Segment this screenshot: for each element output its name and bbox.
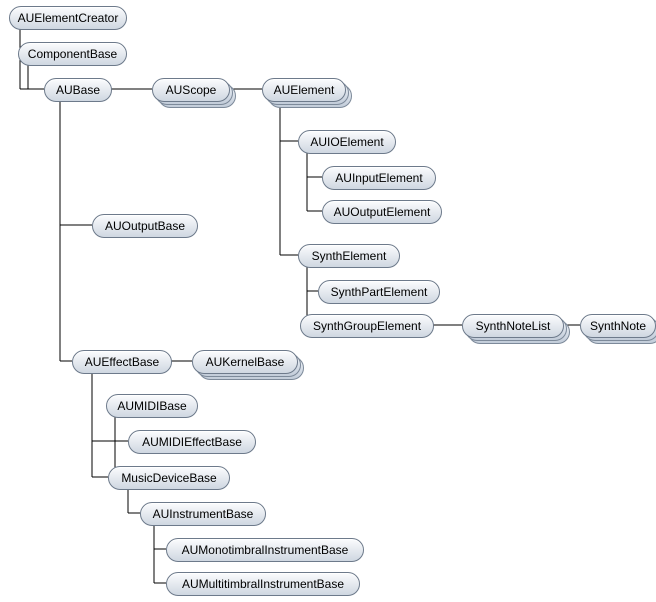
class-node-auioElement: AUIOElement [298, 130, 394, 152]
class-label: AUInstrumentBase [151, 507, 256, 521]
class-node-musicDeviceBase: MusicDeviceBase [108, 466, 228, 488]
class-label: AUOutputElement [332, 205, 433, 219]
class-node-synthNoteList: SynthNoteList [462, 314, 562, 336]
hierarchy-diagram: AUElementCreator ComponentBase AUBase AUSco… [0, 0, 656, 602]
class-label: AUMIDIBase [115, 399, 188, 413]
class-node-auBase: AUBase [44, 78, 110, 100]
class-label: ComponentBase [26, 47, 119, 61]
class-node-auKernelBase: AUKernelBase [192, 350, 296, 372]
class-node-auMidiEffectBase: AUMIDIEffectBase [128, 430, 254, 452]
class-label: SynthNoteList [474, 319, 553, 333]
class-label: AUElement [272, 83, 337, 97]
class-label: SynthElement [310, 249, 389, 263]
class-label: AUMonotimbralInstrumentBase [180, 543, 351, 557]
class-node-auScope: AUScope [152, 78, 228, 100]
class-node-synthPartElement: SynthPartElement [318, 280, 438, 302]
class-node-auEffectBase: AUEffectBase [72, 350, 170, 372]
class-label: AUBase [54, 83, 102, 97]
class-label: SynthGroupElement [311, 319, 423, 333]
class-label: AUKernelBase [204, 355, 287, 369]
class-label: AUOutputBase [103, 219, 187, 233]
class-node-auOutputBase: AUOutputBase [92, 214, 196, 236]
class-node-auElement: AUElement [262, 78, 344, 100]
class-label: AUMultitimbralInstrumentBase [180, 577, 346, 591]
class-label: AUIOElement [308, 135, 385, 149]
class-label: AUScope [164, 83, 219, 97]
class-node-auMidiBase: AUMIDIBase [106, 394, 196, 416]
class-node-synthNote: SynthNote [580, 314, 654, 336]
class-label: AUEffectBase [83, 355, 161, 369]
class-node-auInputElement: AUInputElement [322, 166, 434, 188]
class-node-componentBase: ComponentBase [18, 42, 125, 64]
class-node-auElementCreator: AUElementCreator [9, 6, 125, 28]
class-label: AUMIDIEffectBase [140, 435, 244, 449]
class-node-auMultitimbral: AUMultitimbralInstrumentBase [166, 572, 358, 594]
class-label: AUInputElement [333, 171, 424, 185]
class-node-auOutputElement: AUOutputElement [322, 200, 440, 222]
class-node-auMonotimbral: AUMonotimbralInstrumentBase [166, 538, 362, 560]
class-label: MusicDeviceBase [119, 471, 218, 485]
class-node-synthGroupElement: SynthGroupElement [300, 314, 432, 336]
class-label: AUElementCreator [16, 11, 121, 25]
class-label: SynthNote [588, 319, 648, 333]
class-node-auInstrumentBase: AUInstrumentBase [140, 502, 264, 524]
class-node-synthElement: SynthElement [298, 244, 398, 266]
class-label: SynthPartElement [329, 285, 430, 299]
